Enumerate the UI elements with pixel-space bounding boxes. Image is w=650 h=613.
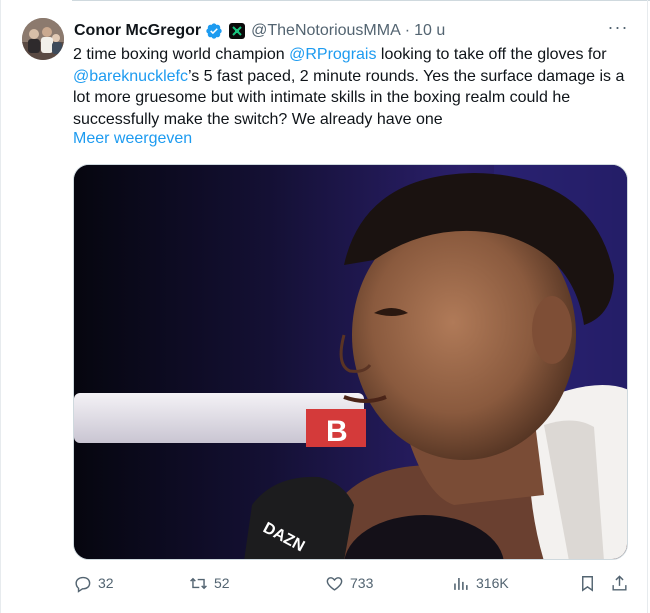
divider <box>72 0 650 6</box>
action-bar: 32 52 733 316K <box>73 571 633 595</box>
retweet-button[interactable]: 52 <box>189 571 230 595</box>
like-icon <box>326 576 343 591</box>
separator: · <box>404 22 411 39</box>
more-icon[interactable]: ··· <box>606 18 630 40</box>
views-button[interactable]: 316K <box>451 571 509 595</box>
retweet-count: 52 <box>214 575 230 591</box>
like-count: 733 <box>350 575 374 591</box>
share-icon <box>612 574 627 591</box>
views-icon <box>454 577 468 590</box>
bookmark-button[interactable] <box>578 571 597 595</box>
affiliate-badge-icon <box>229 23 246 39</box>
author-handle[interactable]: @TheNotoriousMMA <box>251 22 401 40</box>
video-frame: B DAZN <box>74 165 627 559</box>
views-count: 316K <box>476 575 509 591</box>
retweet-icon <box>190 577 207 589</box>
divider <box>0 0 1 613</box>
like-button[interactable]: 733 <box>325 571 373 595</box>
reply-count: 32 <box>98 575 114 591</box>
tweet-header: Conor McGregor @TheNotoriousMMA · 10 u <box>74 19 445 43</box>
mention-link[interactable]: @bareknucklefc <box>73 68 188 85</box>
verified-badge-icon <box>206 23 222 39</box>
show-more-link[interactable]: Meer weergeven <box>73 130 192 148</box>
mention-link[interactable]: @RPrograis <box>289 46 376 63</box>
author-name[interactable]: Conor McGregor <box>74 22 201 40</box>
share-button[interactable] <box>610 571 629 595</box>
tweet-card[interactable]: Conor McGregor @TheNotoriousMMA · 10 u ·… <box>0 0 650 613</box>
bookmark-icon <box>582 575 593 592</box>
tweet-text-part: looking to take off the gloves for <box>376 46 607 63</box>
timestamp[interactable]: 10 u <box>414 22 445 40</box>
avatar[interactable] <box>22 18 64 60</box>
banner-letter: B <box>326 415 348 448</box>
divider <box>647 0 648 613</box>
reply-button[interactable]: 32 <box>73 571 114 595</box>
video-media[interactable]: B DAZN <box>73 164 628 560</box>
tweet-text-part: 2 time boxing world champion <box>73 46 290 63</box>
reply-icon <box>75 576 91 593</box>
tweet-text: 2 time boxing world champion @RPrograis … <box>73 44 633 130</box>
